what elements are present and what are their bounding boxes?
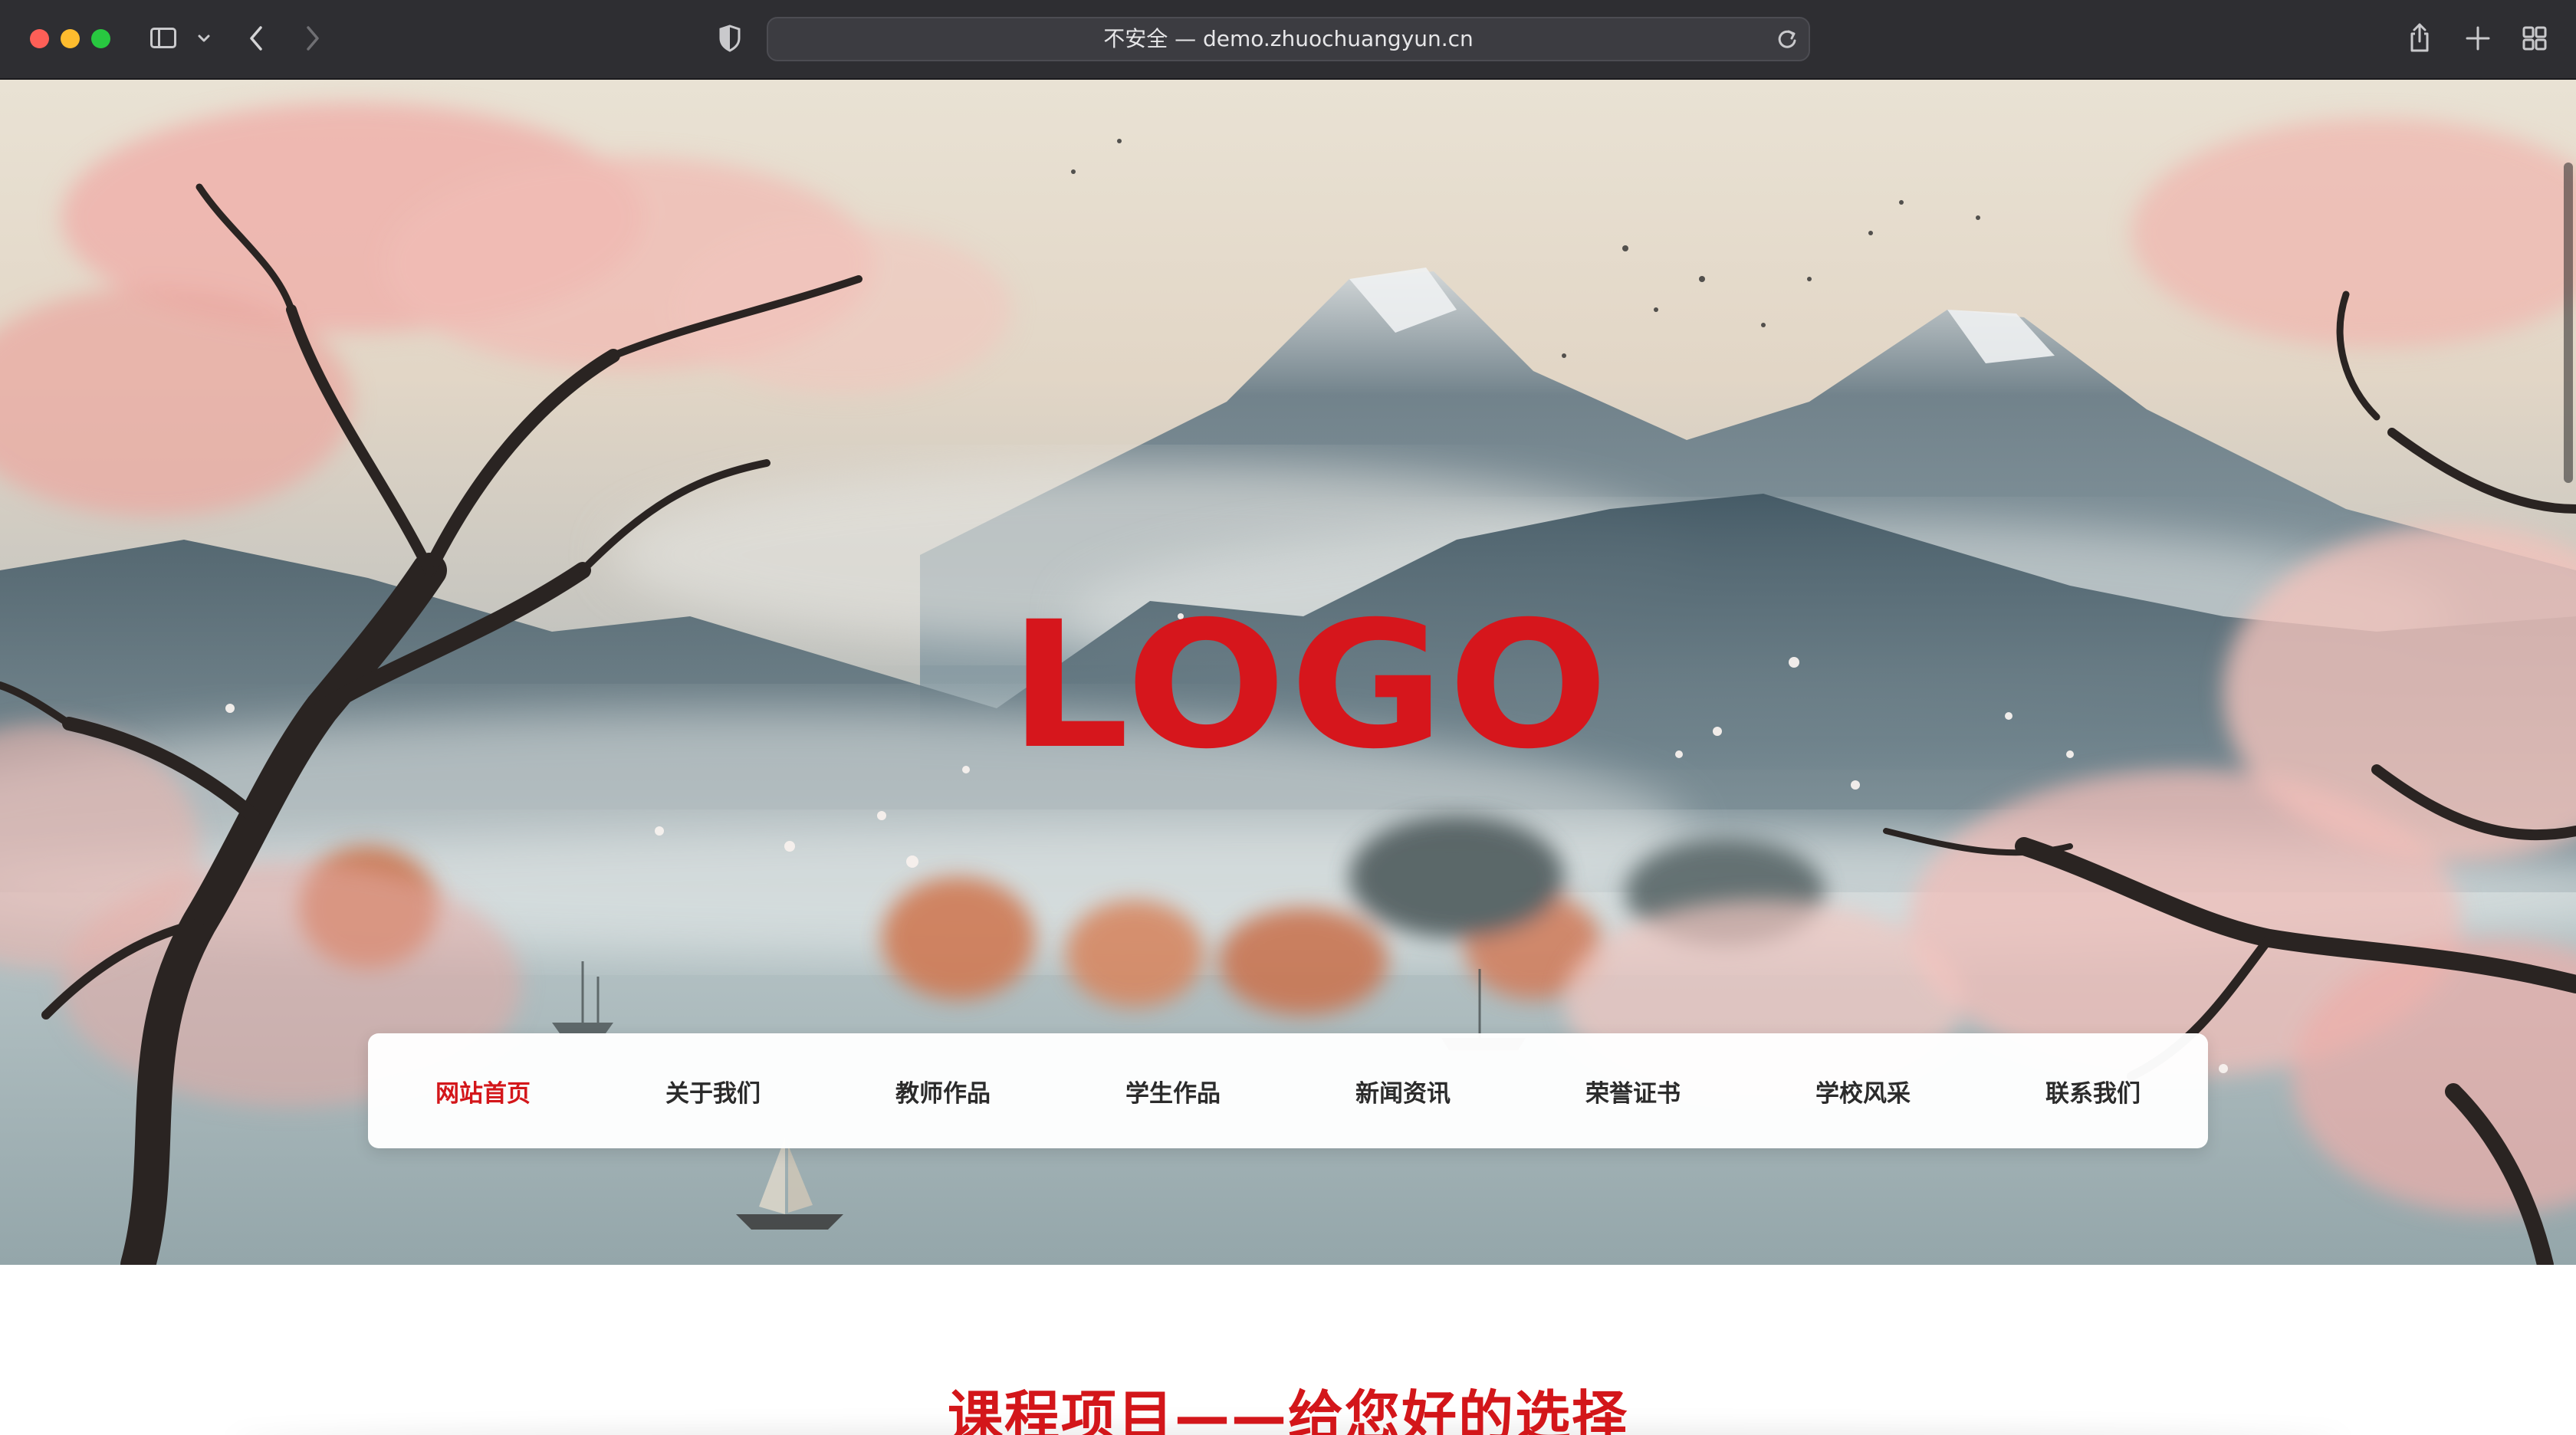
nav-item-about[interactable]: 关于我们 [598, 1074, 828, 1108]
chevron-right-icon[interactable] [299, 21, 325, 55]
page-scrollbar[interactable] [2564, 163, 2573, 483]
nav-item-home[interactable]: 网站首页 [368, 1074, 598, 1108]
url-text: 不安全 — demo.zhuochuangyun.cn [1103, 26, 1474, 51]
tabs-grid-icon[interactable] [2519, 21, 2550, 55]
reload-icon[interactable] [1773, 25, 1801, 53]
browser-toolbar: 不安全 — demo.zhuochuangyun.cn [0, 0, 2576, 80]
share-icon[interactable] [2406, 21, 2433, 55]
shield-icon[interactable] [715, 21, 745, 55]
nav-item-news[interactable]: 新闻资讯 [1288, 1074, 1518, 1108]
nav-item-school-style[interactable]: 学校风采 [1748, 1074, 1978, 1108]
address-bar[interactable]: 不安全 — demo.zhuochuangyun.cn [767, 17, 1810, 61]
sidebar-icon[interactable] [149, 21, 179, 55]
chevron-left-icon[interactable] [244, 21, 270, 55]
close-window-button[interactable] [30, 29, 49, 48]
chevron-down-icon[interactable] [196, 21, 212, 55]
courses-section: 课程项目——给您好的选择 [0, 1265, 2576, 1435]
nav-item-teacher-works[interactable]: 教师作品 [828, 1074, 1058, 1108]
nav-item-honors[interactable]: 荣誉证书 [1518, 1074, 1748, 1108]
site-logo[interactable]: LOGO [1009, 598, 1608, 773]
plus-icon[interactable] [2463, 21, 2493, 55]
minimize-window-button[interactable] [61, 29, 80, 48]
nav-item-student-works[interactable]: 学生作品 [1058, 1074, 1288, 1108]
nav-item-contact[interactable]: 联系我们 [1978, 1074, 2208, 1108]
zoom-window-button[interactable] [91, 29, 110, 48]
main-navigation: 网站首页 关于我们 教师作品 学生作品 新闻资讯 荣誉证书 学校风采 联系我们 [368, 1033, 2208, 1148]
section-title: 课程项目——给您好的选择 [947, 1384, 1628, 1435]
